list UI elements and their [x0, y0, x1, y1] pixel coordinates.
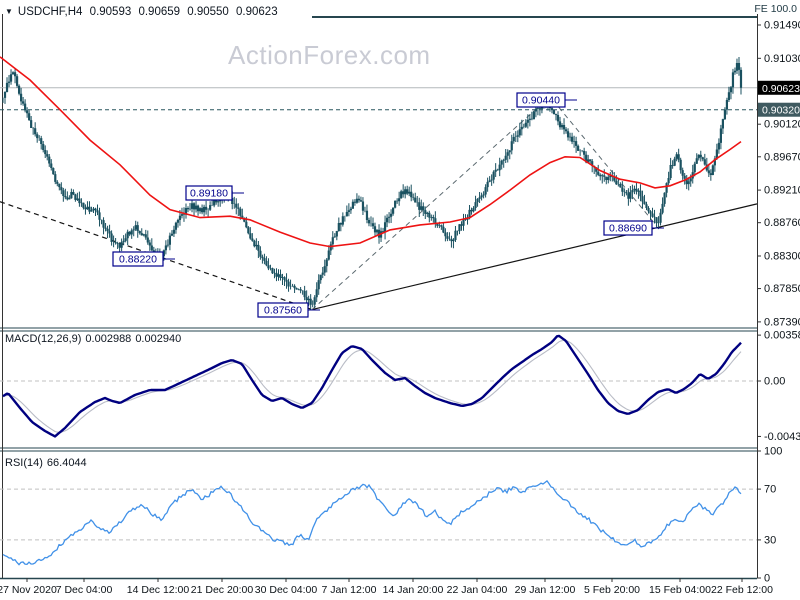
price-axis-label: 0.88760 — [764, 217, 800, 229]
macd-axis-label: -0.004331 — [764, 431, 800, 443]
date-axis-label: 14 Jan 20:00 — [383, 584, 444, 596]
date-axis-label: 30 Dec 04:00 — [255, 584, 318, 596]
candle-bodies — [3, 63, 743, 305]
price-annotation-text: 0.88690 — [609, 223, 647, 235]
date-axis-label: 7 Dec 04:00 — [56, 584, 113, 596]
ascending-trendline[interactable] — [311, 203, 758, 311]
rsi-axis-label: 0 — [764, 573, 770, 585]
price-annotation-text: 0.87560 — [264, 305, 302, 317]
price-axis-label: 0.91490 — [764, 20, 800, 32]
macd-name: MACD(12,26,9) — [5, 333, 82, 345]
chart-canvas[interactable]: 0.90440 0.89180 0.88220 0.87560 0.88690 0.914… — [0, 0, 800, 600]
fibonacci-extension-label: FE 100.0 — [754, 3, 797, 15]
ohlc-high: 0.90659 — [138, 6, 181, 18]
date-axis-label: 15 Feb 04:00 — [649, 584, 711, 596]
date-axis-label: 29 Jan 12:00 — [515, 584, 576, 596]
date-axis-label: 5 Feb 20:00 — [584, 584, 640, 596]
price-axis-label: 0.89670 — [764, 151, 800, 163]
macd-axis-label: 0.00 — [764, 376, 785, 388]
price-annotation-text: 0.89180 — [190, 188, 228, 200]
price-axis-label: 0.91030 — [764, 53, 800, 65]
chart-title: ▼ USDCHF,H4 0.90593 0.90659 0.90550 0.906… — [5, 6, 282, 18]
date-axis-label: 7 Jan 12:00 — [322, 584, 377, 596]
date-axis-label: 21 Dec 20:00 — [191, 584, 254, 596]
watermark: ActionForex.com — [228, 40, 431, 70]
rsi-axis-label: 70 — [764, 484, 776, 496]
date-axis-label: 22 Jan 04:00 — [447, 584, 508, 596]
rsi-indicator-label: RSI(14) 66.4044 — [5, 457, 91, 469]
chart-window: 0.90440 0.89180 0.88220 0.87560 0.88690 0.914… — [0, 0, 800, 600]
price-axis-label: 0.89210 — [764, 185, 800, 197]
current-price-box-label: 0.90623 — [762, 83, 800, 95]
macd-indicator-label: MACD(12,26,9) 0.002988 0.002940 — [5, 333, 185, 345]
ohlc-close: 0.90623 — [236, 6, 278, 18]
symbol-timeframe: USDCHF,H4 — [17, 6, 83, 18]
key-level-box-label: 0.90320 — [762, 105, 800, 117]
price-annotation-text: 0.90440 — [522, 95, 560, 107]
macd-main-line — [2, 334, 742, 438]
date-axis-label: 14 Dec 12:00 — [127, 584, 190, 596]
macd-main-value: 0.002988 — [85, 333, 132, 345]
macd-signal-line — [2, 339, 742, 433]
date-axis-label: 27 Nov 2020 — [0, 584, 57, 596]
rsi-value: 66.4044 — [46, 457, 87, 469]
ohlc-open: 0.90593 — [89, 6, 132, 18]
price-axis-label: 0.90120 — [764, 119, 800, 131]
price-axis-label: 0.88300 — [764, 250, 800, 262]
macd-signal-value: 0.002940 — [135, 333, 182, 345]
rsi-line — [2, 479, 742, 566]
symbol-marker-icon: ▼ — [5, 7, 13, 16]
rsi-axis-label: 100 — [764, 446, 782, 458]
price-axis-label: 0.87390 — [764, 316, 800, 328]
price-axis-label: 0.87850 — [764, 283, 800, 295]
macd-axis-label: 0.003584 — [764, 330, 800, 342]
ohlc-low: 0.90550 — [187, 6, 229, 18]
rsi-name: RSI(14) — [5, 457, 43, 469]
price-annotation-text: 0.88220 — [119, 254, 157, 266]
date-axis-label: 22 Feb 12:00 — [711, 584, 773, 596]
rsi-axis-label: 30 — [764, 534, 776, 546]
candle-wicks — [2, 57, 742, 310]
